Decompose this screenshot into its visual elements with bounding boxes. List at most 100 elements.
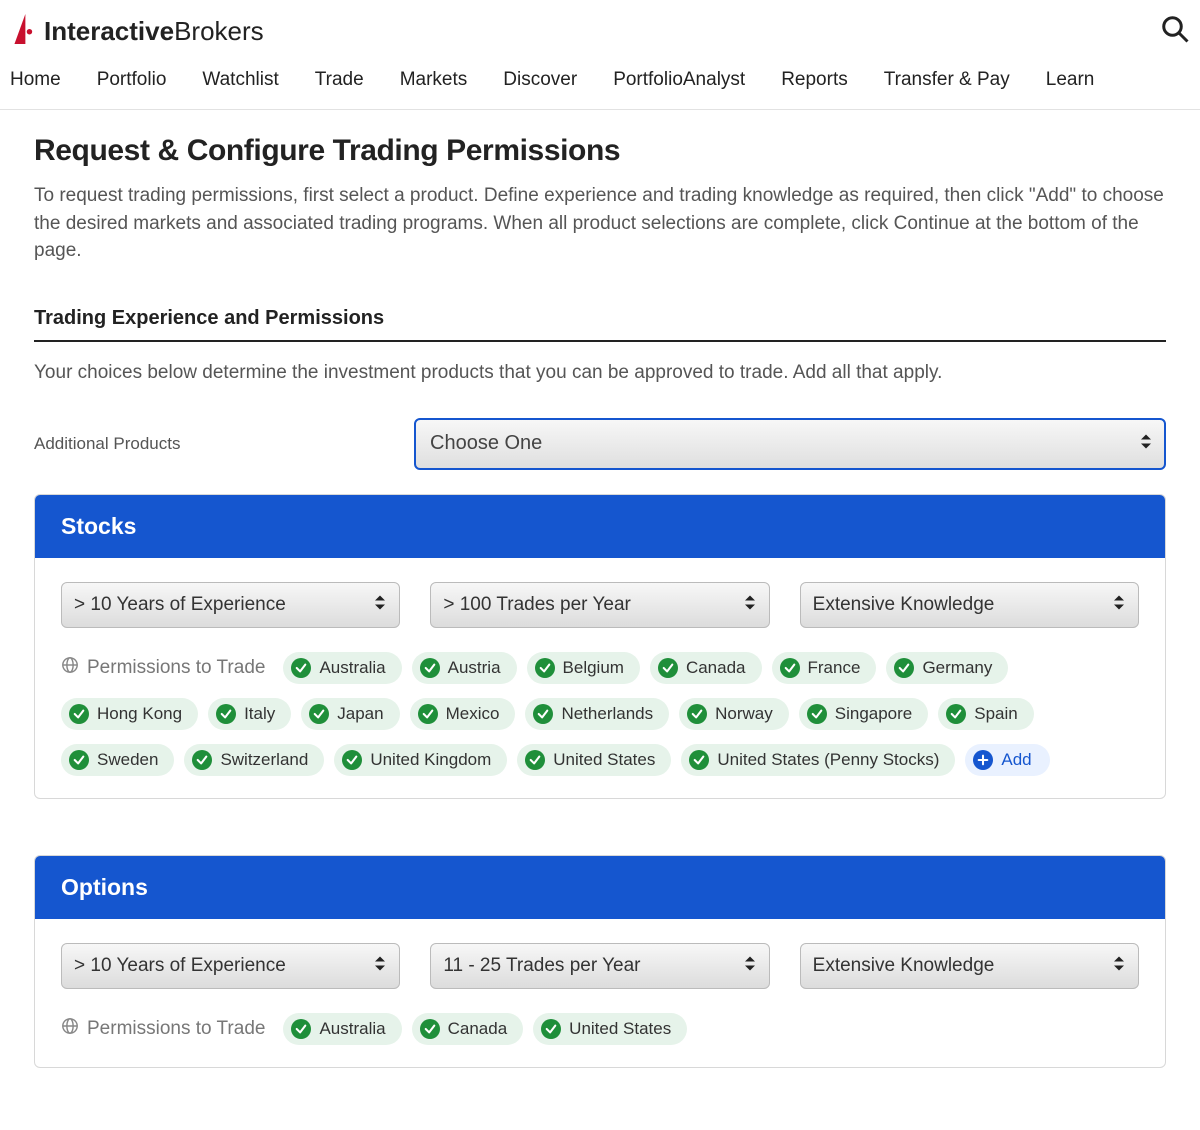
market-chip[interactable]: Netherlands [525, 698, 669, 730]
check-icon [894, 658, 914, 678]
market-chip[interactable]: Germany [886, 652, 1008, 684]
nav-markets[interactable]: Markets [400, 69, 468, 91]
additional-products-select[interactable]: Choose One [414, 418, 1166, 470]
stocks-trades-select[interactable]: > 100 Trades per Year [430, 582, 769, 628]
nav-watchlist[interactable]: Watchlist [202, 69, 278, 91]
check-icon [342, 750, 362, 770]
check-icon [541, 1019, 561, 1039]
market-chip[interactable]: United States [517, 744, 671, 776]
market-chip[interactable]: Sweden [61, 744, 174, 776]
market-chip-label: Sweden [97, 750, 158, 770]
stocks-permissions-row: Permissions to Trade Australia Austria Bel… [61, 652, 1139, 776]
check-icon [687, 704, 707, 724]
stocks-panel-header: Stocks [35, 495, 1165, 558]
page-title: Request & Configure Trading Permissions [34, 134, 1166, 168]
brand-logo[interactable]: InteractiveBrokers [10, 14, 264, 49]
options-trades-select[interactable]: 11 - 25 Trades per Year [430, 943, 769, 989]
check-icon [192, 750, 212, 770]
market-chip[interactable]: Japan [301, 698, 399, 730]
check-icon [216, 704, 236, 724]
permissions-label-text: Permissions to Trade [87, 1018, 265, 1040]
market-chip[interactable]: United States [533, 1013, 687, 1045]
options-experience-value: > 10 Years of Experience [61, 943, 400, 989]
nav-portfolioanalyst[interactable]: PortfolioAnalyst [613, 69, 745, 91]
market-chip[interactable]: Italy [208, 698, 291, 730]
check-icon [533, 704, 553, 724]
market-chip[interactable]: Hong Kong [61, 698, 198, 730]
market-chip-label: Mexico [446, 704, 500, 724]
nav-learn[interactable]: Learn [1046, 69, 1095, 91]
market-chip-label: Italy [244, 704, 275, 724]
market-chip[interactable]: Australia [283, 652, 401, 684]
check-icon [69, 704, 89, 724]
chevron-sort-icon [1113, 593, 1125, 616]
market-chip[interactable]: Australia [283, 1013, 401, 1045]
market-chip-label: Norway [715, 704, 773, 724]
additional-products-row: Additional Products Choose One [34, 418, 1166, 470]
chevron-sort-icon [744, 593, 756, 616]
market-chip[interactable]: Austria [412, 652, 517, 684]
market-chip-label: Japan [337, 704, 383, 724]
add-market-chip[interactable]: Add [965, 744, 1049, 776]
stocks-experience-select[interactable]: > 10 Years of Experience [61, 582, 400, 628]
market-chip[interactable]: United States (Penny Stocks) [681, 744, 955, 776]
check-icon [780, 658, 800, 678]
globe-icon [61, 656, 79, 680]
market-chip[interactable]: France [772, 652, 877, 684]
top-bar: InteractiveBrokers [0, 0, 1200, 49]
market-chip[interactable]: Canada [412, 1013, 524, 1045]
options-experience-select[interactable]: > 10 Years of Experience [61, 943, 400, 989]
check-icon [69, 750, 89, 770]
check-icon [420, 1019, 440, 1039]
add-chip-label: Add [1001, 750, 1031, 770]
market-chip[interactable]: Mexico [410, 698, 516, 730]
market-chip-label: Australia [319, 1019, 385, 1039]
brand-text: InteractiveBrokers [44, 16, 264, 47]
market-chip[interactable]: Norway [679, 698, 789, 730]
market-chip-label: Germany [922, 658, 992, 678]
market-chip-label: Australia [319, 658, 385, 678]
market-chip-label: Canada [686, 658, 746, 678]
market-chip[interactable]: Canada [650, 652, 762, 684]
plus-icon [973, 750, 993, 770]
nav-trade[interactable]: Trade [315, 69, 364, 91]
permissions-label-text: Permissions to Trade [87, 657, 265, 679]
nav-reports[interactable]: Reports [781, 69, 848, 91]
options-panel-header: Options [35, 856, 1165, 919]
permissions-to-trade-label: Permissions to Trade [61, 1017, 265, 1041]
nav-portfolio[interactable]: Portfolio [97, 69, 167, 91]
search-icon[interactable] [1160, 14, 1190, 49]
nav-home[interactable]: Home [10, 69, 61, 91]
market-chip[interactable]: United Kingdom [334, 744, 507, 776]
stocks-knowledge-value: Extensive Knowledge [800, 582, 1139, 628]
market-chip-label: Netherlands [561, 704, 653, 724]
market-chip[interactable]: Spain [938, 698, 1033, 730]
nav-discover[interactable]: Discover [503, 69, 577, 91]
chevron-sort-icon [744, 954, 756, 977]
check-icon [946, 704, 966, 724]
market-chip-label: Belgium [563, 658, 624, 678]
check-icon [420, 658, 440, 678]
additional-products-value: Choose One [414, 418, 1166, 470]
stocks-knowledge-select[interactable]: Extensive Knowledge [800, 582, 1139, 628]
check-icon [309, 704, 329, 724]
check-icon [535, 658, 555, 678]
section-description: Your choices below determine the investm… [34, 362, 1166, 384]
check-icon [689, 750, 709, 770]
market-chip[interactable]: Switzerland [184, 744, 324, 776]
options-trades-value: 11 - 25 Trades per Year [430, 943, 769, 989]
options-panel: Options > 10 Years of Experience 11 - 25… [34, 855, 1166, 1068]
check-icon [525, 750, 545, 770]
content-area: Request & Configure Trading Permissions … [0, 110, 1200, 1088]
market-chip[interactable]: Singapore [799, 698, 929, 730]
stocks-panel: Stocks > 10 Years of Experience > 100 Tr… [34, 494, 1166, 799]
market-chip-label: Canada [448, 1019, 508, 1039]
chevron-sort-icon [374, 593, 386, 616]
page-intro: To request trading permissions, first se… [34, 182, 1166, 265]
check-icon [658, 658, 678, 678]
options-permissions-row: Permissions to Trade Australia Canada Unit… [61, 1013, 1139, 1045]
nav-transfer-pay[interactable]: Transfer & Pay [884, 69, 1010, 91]
options-knowledge-select[interactable]: Extensive Knowledge [800, 943, 1139, 989]
globe-icon [61, 1017, 79, 1041]
market-chip[interactable]: Belgium [527, 652, 640, 684]
